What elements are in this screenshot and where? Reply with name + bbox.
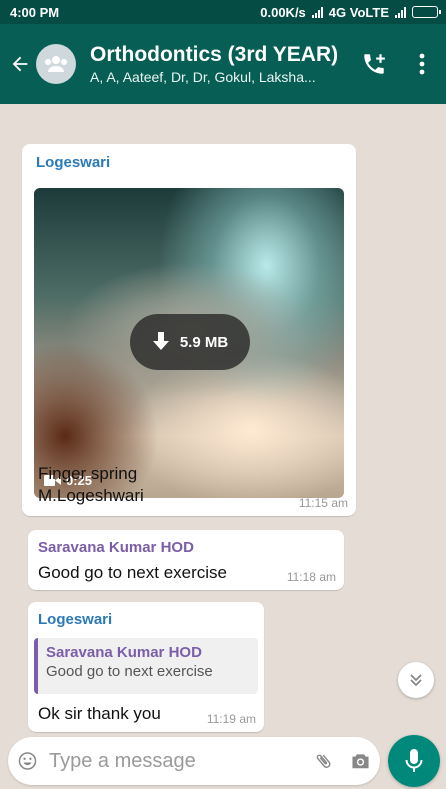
message-bubble[interactable]: Logeswari 5.9 MB 0:25 Finger spring M.Lo…	[22, 144, 356, 516]
message-list[interactable]: Logeswari 5.9 MB 0:25 Finger spring M.Lo…	[0, 104, 446, 732]
message-time: 11:18 am	[286, 570, 336, 584]
message-text: Ok sir thank you	[38, 704, 161, 723]
message-time: 11:19 am	[206, 712, 256, 726]
message-sender: Saravana Kumar HOD	[38, 539, 194, 556]
back-arrow-icon	[12, 56, 28, 72]
message-sender: Logeswari	[36, 154, 111, 171]
status-indicators: 0.00K/s 4G VoLTE	[260, 4, 441, 20]
chat-header: Orthodontics (3rd YEAR) A, A, Aateef, Dr…	[0, 24, 446, 104]
group-members: A, A, Aateef, Dr, Dr, Gokul, Laksha...	[90, 69, 316, 85]
camera-icon[interactable]	[351, 749, 370, 773]
group-title: Orthodontics (3rd YEAR)	[90, 43, 339, 66]
emoji-icon[interactable]	[18, 748, 37, 774]
back-button[interactable]	[0, 24, 40, 104]
message-bubble[interactable]: Logeswari Saravana Kumar HOD Good go to …	[28, 602, 264, 732]
quoted-message[interactable]: Saravana Kumar HOD Good go to next exerc…	[34, 638, 258, 694]
message-time: 11:15 am	[298, 496, 348, 510]
attach-icon[interactable]	[314, 748, 333, 774]
download-video-button[interactable]: 5.9 MB	[130, 314, 250, 370]
scroll-to-bottom-button[interactable]	[398, 662, 434, 698]
group-avatar-icon	[45, 56, 67, 72]
message-text-line1: Finger spring	[38, 464, 138, 483]
message-bubble[interactable]: Saravana Kumar HOD Good go to next exerc…	[28, 530, 344, 590]
double-chevron-down-icon	[410, 674, 422, 687]
network-speed: 0.00K/s	[260, 4, 306, 20]
network-type: 4G VoLTE	[328, 4, 389, 20]
status-bar: 4:00 PM 0.00K/s 4G VoLTE	[0, 0, 446, 24]
status-time: 4:00 PM	[10, 4, 60, 20]
more-vert-icon	[419, 53, 425, 75]
chat-info[interactable]: Orthodontics (3rd YEAR) A, A, Aateef, Dr…	[90, 43, 350, 85]
add-call-icon	[364, 54, 385, 74]
group-avatar[interactable]	[36, 44, 76, 84]
message-sender: Logeswari	[38, 611, 113, 628]
voice-record-button[interactable]	[388, 735, 440, 787]
signal-icon	[311, 6, 323, 18]
quoted-sender: Saravana Kumar HOD	[46, 644, 202, 661]
quoted-text: Good go to next exercise	[46, 663, 213, 680]
mic-icon	[405, 749, 423, 772]
download-icon	[152, 332, 169, 350]
battery-icon	[412, 6, 441, 18]
video-size: 5.9 MB	[179, 333, 229, 351]
message-input[interactable]	[49, 749, 314, 773]
message-text-line2: M.Logeshwari	[38, 486, 144, 505]
signal-icon-2	[395, 6, 406, 18]
compose-bar	[8, 737, 380, 785]
video-thumbnail[interactable]: 5.9 MB 0:25	[34, 188, 344, 498]
message-text: Good go to next exercise	[38, 563, 228, 582]
add-call-button[interactable]	[350, 24, 398, 104]
more-options-button[interactable]	[398, 24, 446, 104]
